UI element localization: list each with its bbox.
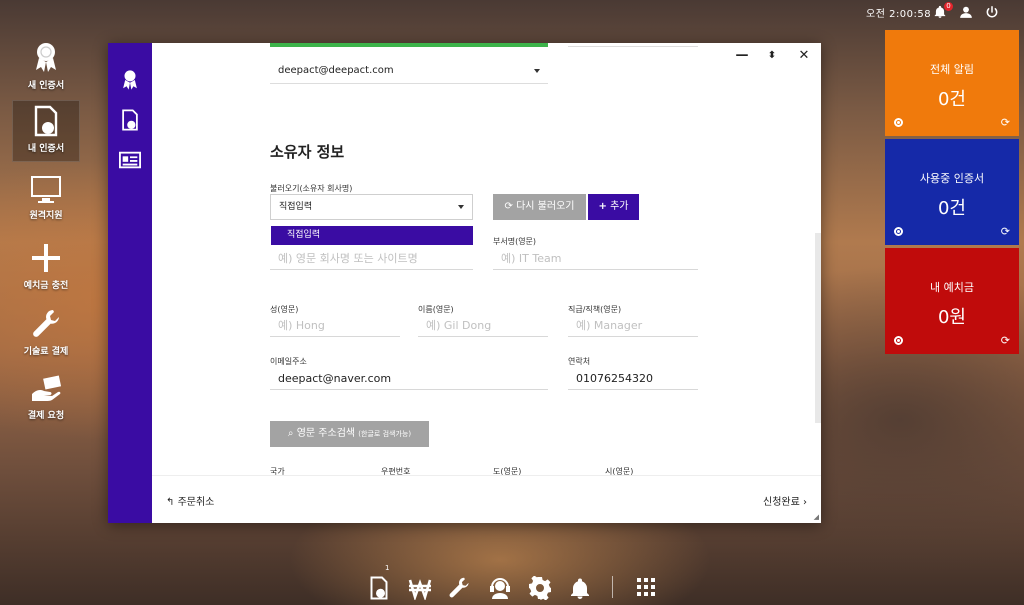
desktop-label: 새 인증서 [27, 81, 65, 91]
scrollbar[interactable] [815, 233, 821, 423]
owner-loader-select[interactable]: 직접입력 [270, 194, 473, 220]
desktop-payment-request[interactable]: 결제 요청 [12, 370, 80, 432]
close-icon[interactable]: ✕ [797, 49, 811, 63]
department-input[interactable]: 예) IT Team [493, 248, 698, 270]
plus-icon [32, 244, 60, 272]
plus-icon: + [598, 201, 607, 212]
field-label: 연락처 [568, 357, 591, 366]
field-label: 부서명(영문) [493, 237, 537, 246]
phone-input[interactable]: 01076254320 [568, 368, 698, 390]
company-name-input[interactable]: 예) 영문 회사명 또는 사이트명 [270, 248, 473, 270]
dialog-footer: ↰ 주문취소 신청완료 › ◢ [152, 475, 821, 523]
taskbar: 1 [360, 564, 670, 604]
desktop-deposit-charge[interactable]: 예치금 충전 [12, 238, 80, 300]
headset-support-icon[interactable] [488, 576, 512, 600]
user-icon[interactable] [959, 4, 975, 20]
submit-button[interactable]: 신청완료 › [763, 493, 807, 508]
cancel-order-button[interactable]: ↰ 주문취소 [166, 493, 214, 508]
tile-active-certificates[interactable]: 사용중 인증서 0건 ⟳ [885, 139, 1019, 245]
record-icon [894, 118, 903, 127]
notification-badge: 0 [944, 2, 953, 11]
certificate-document-icon[interactable]: 1 [368, 564, 392, 600]
gear-icon[interactable] [528, 575, 552, 601]
desktop-remote-support[interactable]: 원격지원 [12, 170, 80, 232]
field-label: 불러오기(소유자 회사명) [270, 184, 353, 193]
tile-value: 0원 [937, 307, 966, 328]
refresh-icon[interactable]: ⟳ [1001, 225, 1010, 238]
desktop-label: 원격지원 [29, 211, 63, 221]
desktop-label: 기술료 결제 [23, 347, 69, 357]
wrench-icon[interactable] [448, 576, 472, 600]
top-bar: 오전 2:00:58 0 [0, 0, 1024, 24]
tile-title: 내 예치금 [930, 281, 974, 294]
tile-value: 0건 [937, 89, 966, 110]
tile-title: 전체 알림 [930, 63, 974, 76]
task-count: 1 [385, 564, 390, 572]
dialog-side-rail [108, 43, 152, 523]
first-name-input[interactable]: 예) Gil Dong [418, 315, 548, 337]
id-card-icon[interactable] [119, 149, 141, 171]
clock: 오전 2:00:58 [866, 9, 932, 20]
email-input[interactable]: deepact@naver.com [270, 368, 548, 390]
field-label: 이름(영문) [418, 305, 454, 314]
reload-button[interactable]: ⟳ 다시 불러오기 [493, 194, 586, 220]
award-ribbon-icon[interactable] [119, 69, 141, 91]
refresh-icon[interactable]: ⟳ [1001, 334, 1010, 347]
wrench-icon [33, 310, 59, 337]
taskbar-divider [612, 576, 613, 598]
monitor-icon [31, 176, 61, 203]
bell-icon[interactable] [568, 576, 592, 600]
progress-bar [270, 43, 548, 47]
chevron-down-icon [534, 68, 540, 73]
award-ribbon-icon [36, 43, 56, 72]
record-icon [894, 227, 903, 236]
resize-grip-icon[interactable]: ◢ [814, 513, 819, 521]
top-email-select[interactable]: deepact@deepact.com [270, 58, 548, 84]
select-value: deepact@deepact.com [278, 65, 394, 76]
tile-title: 사용중 인증서 [919, 172, 985, 185]
certificate-document-icon [34, 105, 58, 137]
desktop-my-certificate[interactable]: 내 인증서 [12, 100, 80, 162]
last-name-input[interactable]: 예) Hong [270, 315, 400, 337]
desktop-tech-fee-payment[interactable]: 기술료 결제 [12, 304, 80, 366]
record-icon [894, 336, 903, 345]
hand-card-icon [32, 375, 62, 401]
refresh-icon[interactable]: ⟳ [1001, 116, 1010, 129]
minimize-icon[interactable]: — [735, 49, 749, 63]
refresh-icon: ⟳ [504, 201, 513, 212]
apps-grid-icon[interactable] [635, 576, 659, 600]
certificate-document-icon[interactable] [119, 109, 141, 131]
desktop-label: 결제 요청 [27, 411, 65, 421]
desktop-label: 내 인증서 [27, 144, 65, 154]
dropdown-option-direct-input[interactable]: 직접입력 [271, 226, 473, 245]
search-icon: ⌕ [287, 428, 294, 439]
field-label: 성(영문) [270, 305, 299, 314]
section-title: 소유자 정보 [270, 143, 345, 161]
field-underline [568, 43, 698, 47]
desktop-new-certificate[interactable]: 새 인증서 [12, 38, 80, 100]
back-arrow-icon: ↰ [166, 497, 175, 508]
tile-my-deposit[interactable]: 내 예치금 0원 ⟳ [885, 248, 1019, 354]
chevron-down-icon [458, 205, 464, 209]
resize-icon[interactable]: ⬍ [765, 49, 779, 63]
select-value: 직접입력 [279, 202, 313, 212]
tile-value: 0건 [937, 198, 966, 219]
add-button[interactable]: + 추가 [588, 194, 639, 220]
chevron-right-icon: › [803, 497, 807, 508]
power-icon[interactable] [985, 4, 1001, 20]
field-label: 직급/직책(영문) [568, 305, 622, 314]
tile-all-notifications[interactable]: 전체 알림 0건 ⟳ [885, 30, 1019, 136]
desktop-label: 예치금 충전 [23, 281, 69, 291]
field-label: 이메일주소 [270, 357, 307, 366]
address-search-button[interactable]: ⌕ 영문 주소검색 (한글로 검색가능) [270, 421, 429, 447]
position-input[interactable]: 예) Manager [568, 315, 698, 337]
won-currency-icon[interactable] [408, 576, 432, 602]
certificate-order-dialog: — ⬍ ✕ deepact@deepact.com 소유자 정보 불러오기(소유… [108, 43, 821, 523]
